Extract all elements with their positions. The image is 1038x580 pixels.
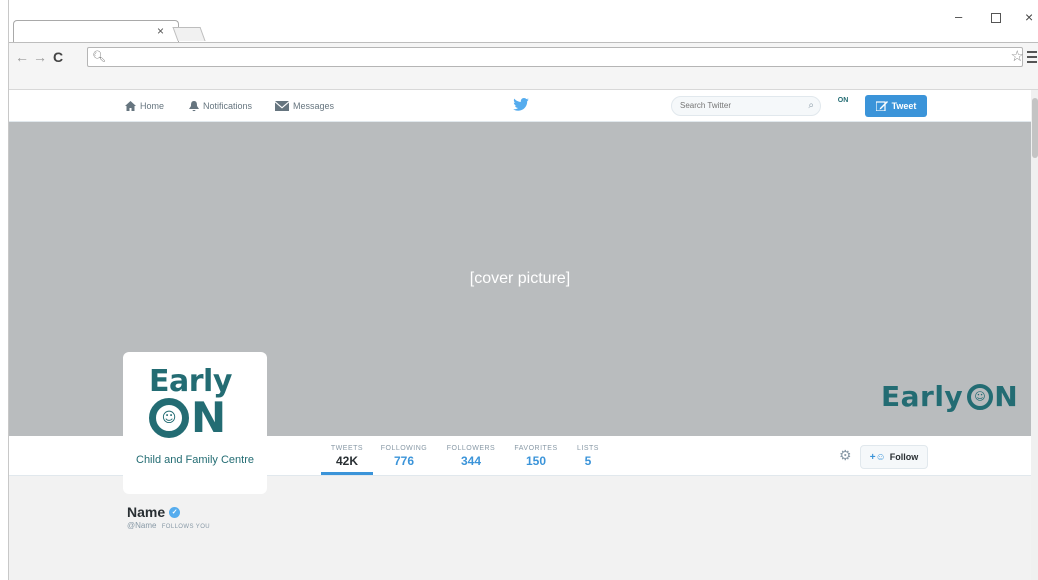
stat-tweets[interactable]: TWEETS 42K: [327, 444, 367, 469]
nav-notifications-label: Notifications: [203, 101, 253, 111]
nav-messages[interactable]: Messages: [275, 100, 334, 112]
smiley-icon: ☺︎: [149, 398, 189, 438]
follow-button[interactable]: +☺︎ Follow: [860, 445, 928, 469]
twitter-bird-icon[interactable]: [513, 98, 529, 111]
search-box: ⌕: [671, 96, 821, 116]
search-icon[interactable]: ⌕: [808, 100, 814, 111]
avatar-text: ON: [837, 97, 849, 104]
stat-value: 150: [525, 454, 547, 468]
menu-icon[interactable]: [1027, 51, 1037, 66]
nav-notifications[interactable]: Notifications: [189, 100, 252, 112]
twitter-page: Home Notifications Messages ⌕ ON Tweet: [9, 90, 1031, 580]
search-input[interactable]: [680, 101, 800, 110]
twitter-top-nav: Home Notifications Messages ⌕ ON Tweet: [9, 90, 1031, 122]
stat-value: 344: [460, 454, 482, 468]
browser-tab[interactable]: [13, 20, 179, 42]
browser-toolbar: ← → C 🔍︎ ☆: [9, 42, 1038, 72]
profile-name-block: Name ✓ @Name FOLLOWS YOU: [127, 504, 210, 530]
home-icon: [125, 101, 136, 111]
add-user-icon: +☺︎: [869, 451, 886, 463]
stat-following[interactable]: FOLLOWING 776: [379, 444, 429, 469]
profile-avatar[interactable]: Early ☺︎ N Child and Family Centre: [123, 352, 267, 494]
forward-arrow-icon[interactable]: →: [33, 50, 47, 64]
cover-label: [cover picture]: [469, 270, 571, 287]
smiley-icon: ☺︎: [967, 383, 994, 410]
browser-window: × – × ← → C 🔍︎ ☆ Home Notifications Mess…: [8, 0, 1038, 580]
scrollbar[interactable]: [1031, 90, 1038, 580]
tweet-button-label: Tweet: [891, 101, 917, 111]
active-tab-underline: [321, 472, 373, 475]
logo-on-suffix: N: [191, 393, 227, 442]
search-icon: 🔍︎: [92, 51, 106, 63]
stat-lists[interactable]: LISTS 5: [575, 444, 601, 469]
stat-label: FOLLOWERS: [446, 445, 496, 452]
compose-icon: [875, 101, 888, 111]
maximize-icon[interactable]: [991, 13, 1001, 23]
address-bar[interactable]: 🔍︎ ☆: [87, 47, 1024, 67]
follows-you-badge: FOLLOWS YOU: [161, 524, 211, 530]
bell-icon: [189, 100, 199, 111]
handle-row: @Name FOLLOWS YOU: [127, 521, 210, 530]
new-tab-button[interactable]: [172, 27, 206, 41]
logo-subtitle: Child and Family Centre: [136, 454, 254, 466]
stat-value: 42K: [335, 454, 358, 468]
title-bar: × – ×: [9, 0, 1038, 42]
nav-messages-label: Messages: [293, 101, 335, 111]
stat-label: LISTS: [577, 445, 599, 452]
stat-label: FAVORITES: [514, 445, 558, 452]
nav-home[interactable]: Home: [125, 100, 164, 112]
stat-favorites[interactable]: FAVORITES 150: [511, 444, 561, 469]
avatar[interactable]: ON: [835, 97, 851, 113]
follow-button-label: Follow: [889, 452, 919, 462]
profile-name-text: Name: [127, 504, 166, 520]
stat-label: FOLLOWING: [380, 445, 428, 452]
star-icon[interactable]: ☆: [1011, 49, 1024, 65]
cover-brand-right: N: [994, 380, 1019, 413]
stat-value: 776: [393, 454, 415, 468]
cover-brand-logo: Early ☺︎ N: [881, 380, 1018, 413]
close-window-icon[interactable]: ×: [1025, 10, 1033, 24]
stat-label: TWEETS: [330, 445, 364, 452]
minimize-icon[interactable]: –: [955, 10, 962, 24]
reload-icon[interactable]: C: [53, 50, 63, 64]
stat-value: 5: [584, 454, 592, 468]
logo-on: ☺︎ N: [149, 396, 226, 440]
gear-icon[interactable]: ⚙︎: [839, 448, 852, 462]
scroll-thumb[interactable]: [1032, 98, 1038, 158]
tab-close-icon[interactable]: ×: [157, 25, 164, 37]
nav-home-label: Home: [140, 101, 165, 111]
profile-handle[interactable]: @Name: [127, 521, 156, 530]
envelope-icon: [275, 101, 289, 111]
bookmark-bar: [9, 72, 1038, 90]
cover-brand-left: Early: [881, 380, 964, 413]
verified-icon: ✓: [169, 506, 181, 518]
profile-name[interactable]: Name ✓: [127, 504, 210, 520]
tweet-button[interactable]: Tweet: [865, 95, 927, 117]
stat-followers[interactable]: FOLLOWERS 344: [443, 444, 499, 469]
back-arrow-icon[interactable]: ←: [15, 50, 29, 64]
